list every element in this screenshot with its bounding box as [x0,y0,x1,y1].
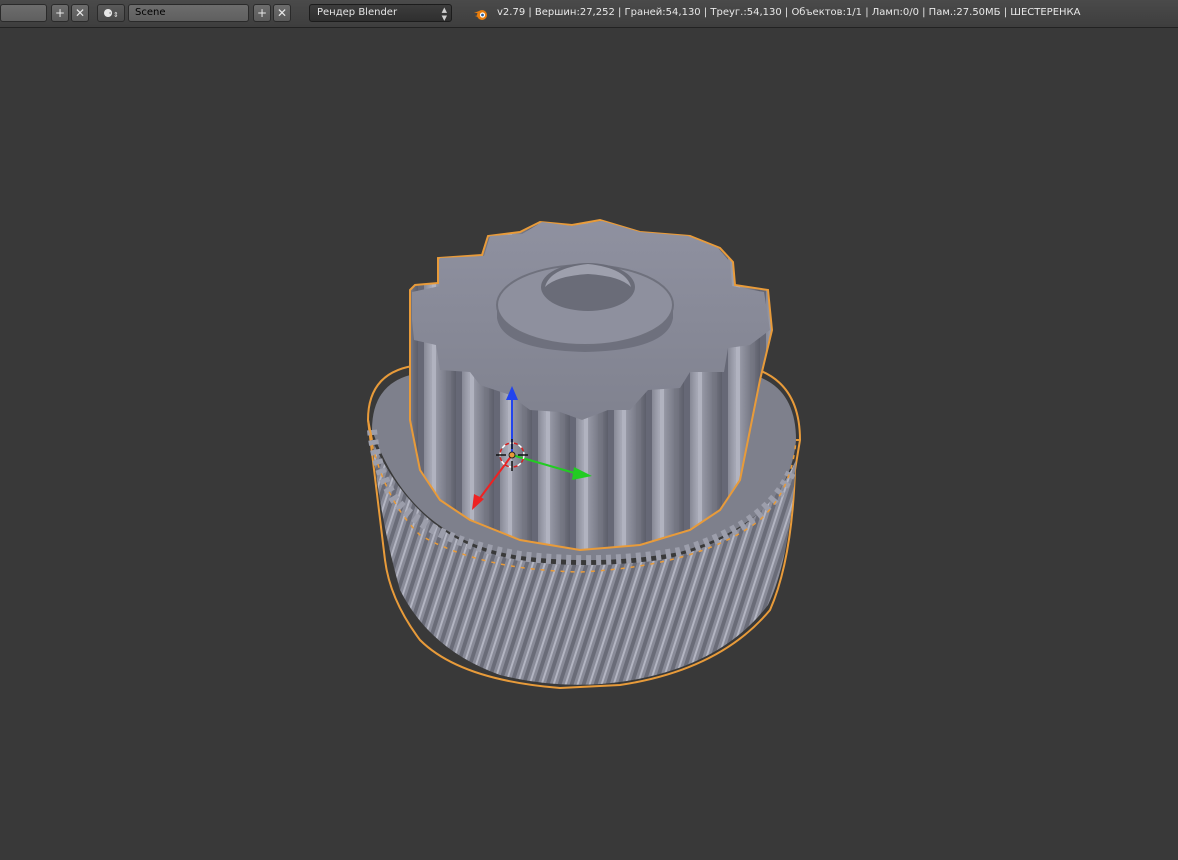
viewport-canvas[interactable] [0,28,1178,856]
object-origin-point [508,451,516,459]
add-layout-button[interactable]: + [51,4,69,22]
close-icon: ✕ [276,6,288,20]
render-engine-dropdown[interactable]: Рендер Blender ▲ ▼ [309,4,452,22]
plus-icon: + [256,6,268,20]
dropdown-arrows-icon: ▲ ▼ [441,6,447,22]
scene-statistics: v2.79 | Вершин:27,252 | Граней:54,130 | … [497,7,1081,18]
screen-layout-field[interactable] [0,4,47,22]
render-engine-label: Рендер Blender [317,7,398,18]
plus-icon: + [54,6,66,20]
updown-icon: ⇕ [113,11,119,19]
close-icon: ✕ [74,6,86,20]
small-gear[interactable] [409,218,774,552]
scene-name-field[interactable]: Scene [128,4,249,22]
scene-selector-button[interactable]: ⚈⇕ [97,4,125,22]
delete-scene-button[interactable]: ✕ [273,4,291,22]
3d-viewport[interactable] [0,28,1178,856]
blender-logo-icon [474,10,487,20]
info-header: + ✕ ⚈⇕ Scene + ✕ Рендер Blender ▲ ▼ v2.79… [0,0,1178,28]
delete-layout-button[interactable]: ✕ [71,4,89,22]
scene-icon: ⚈ [103,7,113,20]
add-scene-button[interactable]: + [253,4,271,22]
